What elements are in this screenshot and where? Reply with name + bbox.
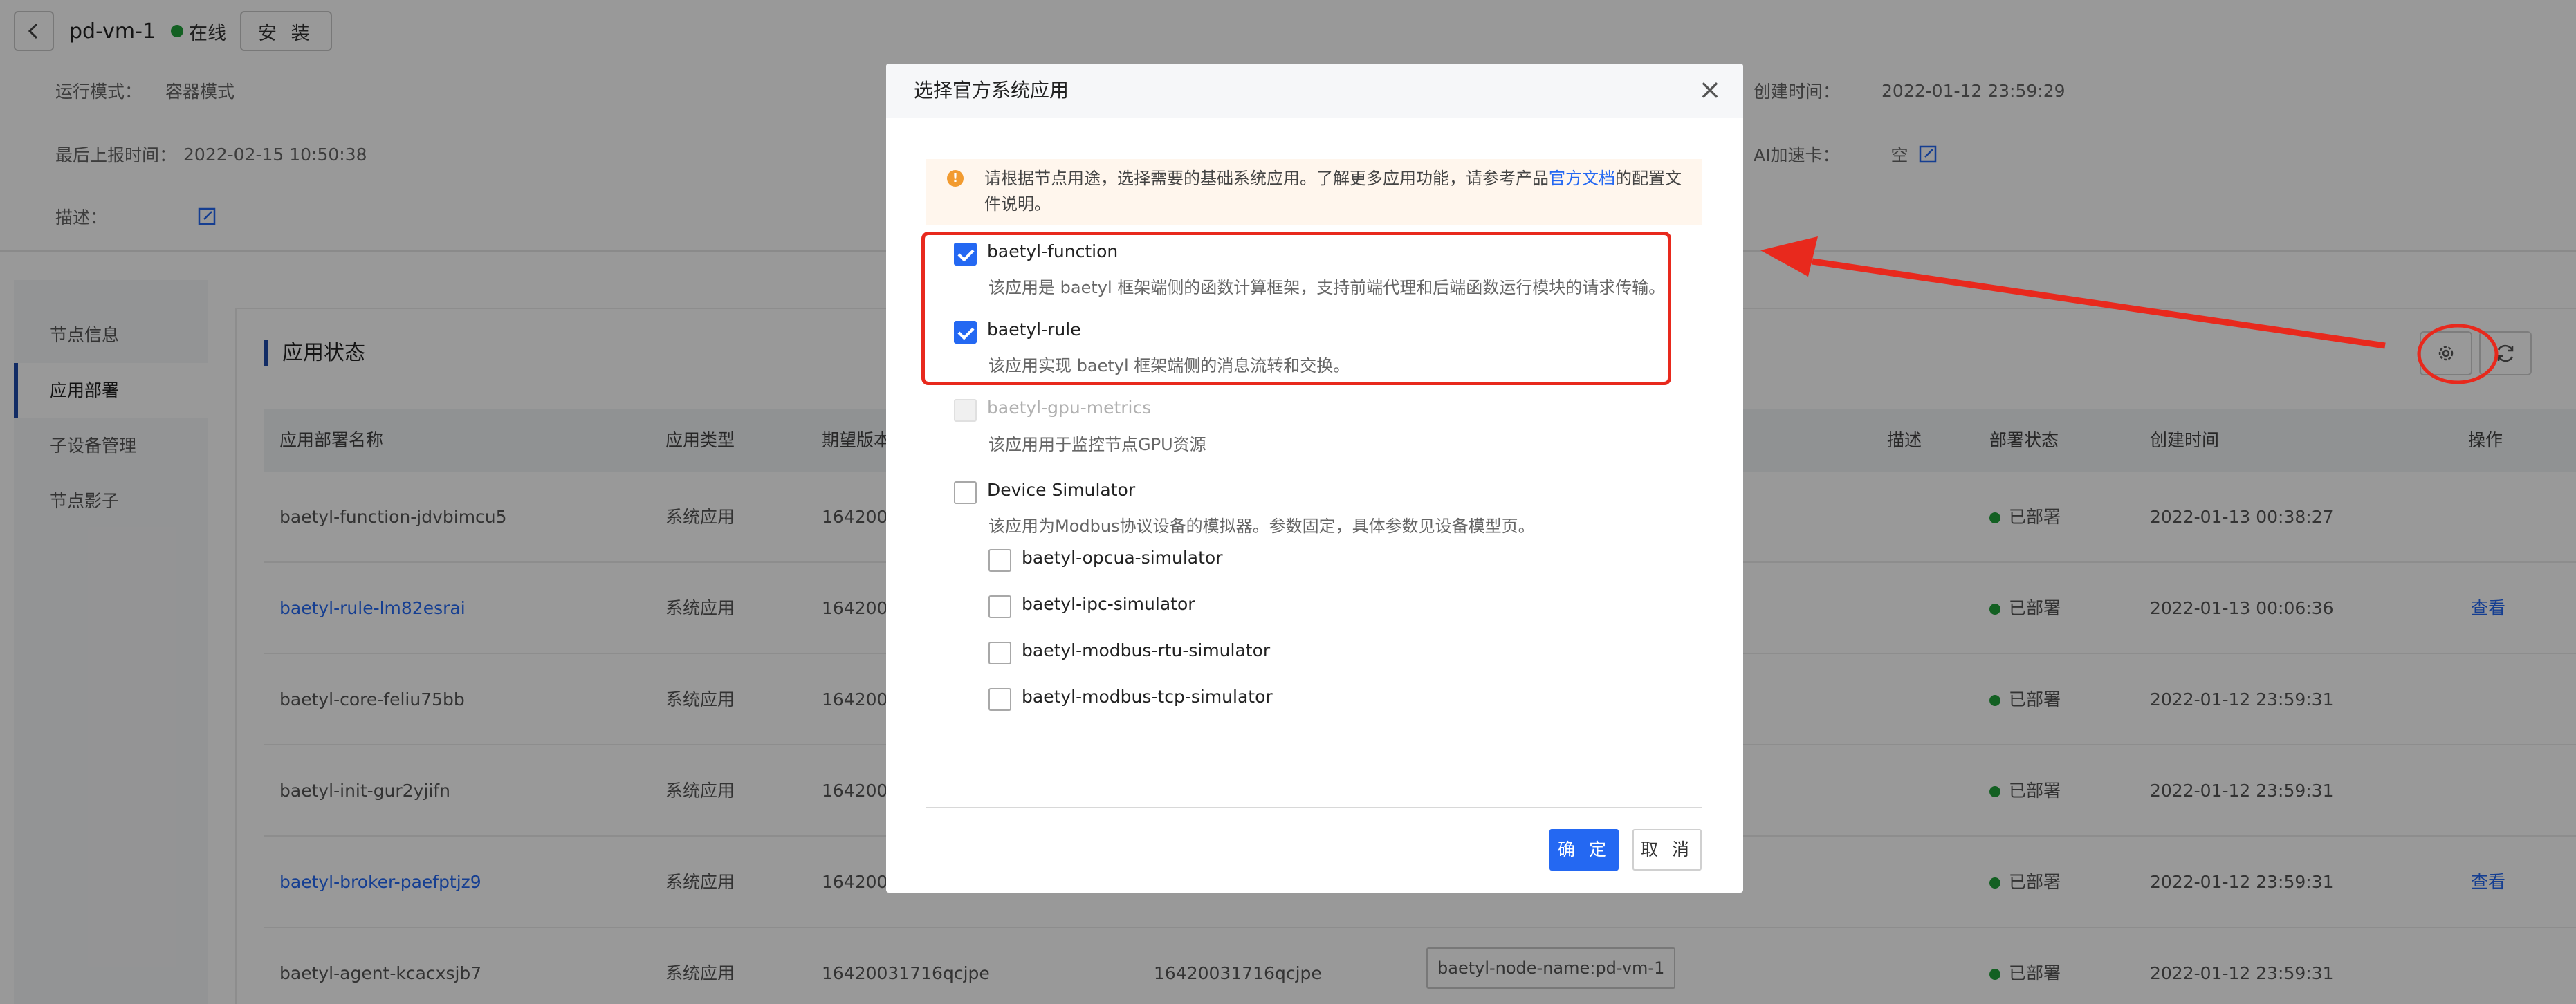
dialog-header: 选择官方系统应用 × (886, 64, 1743, 118)
sub-option-label: baetyl-opcua-simulator (1022, 548, 1223, 568)
sub-option-label: baetyl-ipc-simulator (1022, 594, 1195, 614)
docs-link[interactable]: 官方文档 (1549, 169, 1615, 188)
checkbox-opcua-simulator[interactable] (988, 549, 1011, 572)
info-notice: ! 请根据节点用途，选择需要的基础系统应用。了解更多应用功能，请参考产品官方文档… (926, 159, 1702, 225)
option-description: 该应用为Modbus协议设备的模拟器。参数固定，具体参数见设备模型页。 (988, 517, 1535, 536)
option-label: baetyl-gpu-metrics (987, 398, 1152, 418)
checkbox-modbus-rtu-simulator[interactable] (988, 642, 1011, 664)
checkbox-device-simulator[interactable] (954, 481, 977, 504)
option-description: 该应用用于监控节点GPU资源 (988, 435, 1206, 454)
checkbox-modbus-tcp-simulator[interactable] (988, 688, 1011, 711)
annotation-highlight-box (921, 232, 1671, 385)
notice-text-pre: 请根据节点用途，选择需要的基础系统应用。了解更多应用功能，请参考产品 (984, 169, 1549, 188)
confirm-button[interactable]: 确 定 (1549, 829, 1619, 871)
checkbox-baetyl-gpu-metrics (954, 399, 977, 422)
option-label: Device Simulator (987, 480, 1136, 500)
cancel-button[interactable]: 取 消 (1632, 829, 1702, 871)
notice-text: 请根据节点用途，选择需要的基础系统应用。了解更多应用功能，请参考产品官方文档的配… (984, 166, 1683, 217)
dialog-title: 选择官方系统应用 (914, 79, 1069, 102)
sub-option-label: baetyl-modbus-rtu-simulator (1022, 640, 1271, 660)
warning-icon: ! (947, 170, 964, 187)
select-system-apps-dialog: 选择官方系统应用 × ! 请根据节点用途，选择需要的基础系统应用。了解更多应用功… (886, 64, 1743, 893)
close-icon[interactable]: × (1692, 72, 1728, 108)
sub-option-label: baetyl-modbus-tcp-simulator (1022, 687, 1273, 707)
checkbox-ipc-simulator[interactable] (988, 595, 1011, 618)
dialog-footer-divider (926, 807, 1702, 808)
